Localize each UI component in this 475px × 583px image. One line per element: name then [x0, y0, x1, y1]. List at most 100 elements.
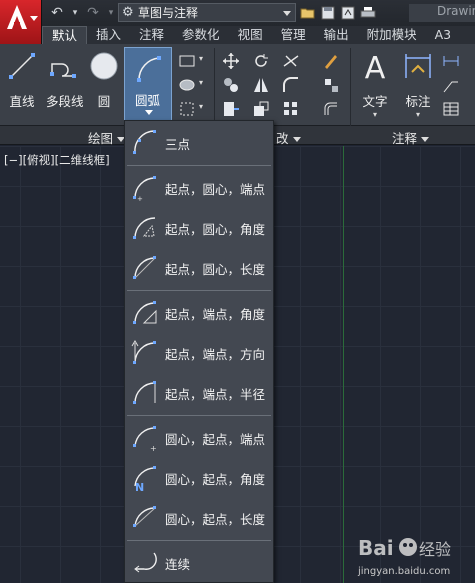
menu-item-label: 三点 [165, 137, 191, 152]
erase-icon[interactable] [322, 52, 340, 70]
line-tool-button[interactable]: 直线 [4, 50, 40, 110]
save-icon[interactable] [318, 3, 337, 22]
trim-icon[interactable] [282, 52, 300, 70]
svg-text:Bai: Bai [358, 536, 394, 560]
arc-start-center-angle-icon [133, 217, 156, 239]
undo-icon[interactable]: ↶ [46, 3, 68, 23]
arc-continue-icon [134, 552, 157, 573]
tab-insert[interactable]: 插入 [87, 26, 130, 44]
file-buttons [298, 3, 377, 22]
linear-dimension-icon[interactable] [442, 52, 460, 70]
tab-output[interactable]: 输出 [315, 26, 358, 44]
draw-panel-title[interactable]: 绘图 [88, 128, 126, 147]
chevron-down-icon [30, 16, 38, 21]
tab-manage[interactable]: 管理 [272, 26, 315, 44]
tab-view[interactable]: 视图 [229, 26, 272, 44]
circle-tool-button[interactable]: 圆 [86, 50, 122, 110]
polyline-icon [50, 63, 76, 78]
tab-parametric[interactable]: 参数化 [173, 26, 229, 44]
menu-item-arc-start-center-angle[interactable]: 起点，圆心，角度 [125, 208, 273, 246]
region-icon[interactable] [178, 100, 196, 118]
fillet-icon[interactable] [282, 76, 300, 94]
menu-divider [127, 540, 271, 541]
menu-item-label: 起点，端点，半径 [165, 387, 266, 402]
hatch-icon[interactable] [178, 76, 196, 94]
menu-item-label: 圆心，起点，长度 [165, 512, 266, 527]
arc-start-end-radius-icon [133, 381, 156, 404]
modify-panel-title[interactable]: 改 [276, 128, 301, 147]
y-axis-line [343, 146, 344, 583]
menu-item-label: 圆心，起点，角度 [165, 472, 266, 487]
circle-tool-label: 圆 [97, 94, 111, 109]
mirror-icon[interactable] [252, 76, 270, 94]
explode-icon[interactable] [322, 76, 340, 94]
move-icon[interactable] [222, 52, 240, 70]
save-as-icon[interactable] [338, 3, 357, 22]
arc-tool-button[interactable]: 圆弧 [124, 47, 172, 125]
menu-item-arc-start-end-angle[interactable]: 起点，端点，角度 [125, 293, 273, 331]
menu-item-label: 圆心，起点，端点 [165, 432, 266, 447]
text-icon: A [365, 51, 386, 86]
arc-start-center-end-icon: + [133, 176, 156, 202]
svg-text:+: + [137, 195, 143, 202]
menu-item-arc-center-start-length[interactable]: 圆心，起点，长度 [125, 498, 273, 536]
menu-divider [127, 415, 271, 416]
application-menu-button[interactable] [0, 0, 42, 44]
arc-3point-icon [133, 130, 156, 154]
menu-divider [127, 290, 271, 291]
dimension-tool-button[interactable]: 标注 ▾ [400, 50, 436, 119]
menu-item-arc-start-end-radius[interactable]: 起点，端点，半径 [125, 373, 273, 411]
text-tool-button[interactable]: A 文字 ▾ [358, 50, 392, 119]
polyline-tool-button[interactable]: 多段线 [46, 50, 84, 110]
scale-icon[interactable] [252, 100, 270, 118]
menu-item-arc-continue[interactable]: 连续 [125, 543, 273, 581]
tab-a360[interactable]: A3 [426, 26, 461, 44]
line-icon [9, 53, 35, 79]
menu-item-arc-center-start-end[interactable]: + 圆心，起点，端点 [125, 418, 273, 456]
arc-start-end-direction-icon [131, 340, 156, 364]
chevron-down-icon[interactable]: ▾ [199, 54, 203, 63]
document-title: Drawin [409, 4, 475, 22]
arc-center-start-length-icon [133, 506, 156, 527]
arc-dropdown-menu: 三点 + 起点，圆心，端点 起点，圆心，角度 起点，圆心，长度 起点，端点，角度… [124, 120, 274, 583]
rectangle-icon[interactable] [178, 52, 196, 70]
tab-addins[interactable]: 附加模块 [358, 26, 426, 44]
chevron-down-icon [421, 137, 430, 142]
svg-text:经验: 经验 [419, 540, 451, 559]
chevron-down-icon[interactable]: ▾ [199, 102, 203, 111]
stretch-icon[interactable] [222, 100, 240, 118]
offset-icon[interactable] [322, 100, 340, 118]
open-folder-icon[interactable] [298, 3, 317, 22]
array-icon[interactable] [282, 100, 300, 118]
menu-divider [127, 165, 271, 166]
undo-dropdown-icon[interactable]: ▾ [70, 3, 80, 23]
svg-text:A: A [365, 51, 386, 82]
copy-icon[interactable] [222, 76, 240, 94]
leader-icon[interactable] [442, 76, 460, 94]
menu-item-arc-start-center-end[interactable]: + 起点，圆心，端点 [125, 168, 273, 206]
quick-access-toolbar: ↶ ▾ ↷ ▾ [46, 2, 116, 24]
arc-icon [137, 56, 161, 82]
annotation-panel-title[interactable]: 注释 [392, 128, 430, 147]
chevron-down-icon[interactable]: ▾ [199, 78, 203, 87]
menu-item-label: 起点，端点，方向 [165, 347, 266, 362]
rotate-icon[interactable] [252, 52, 270, 70]
redo-dropdown-icon[interactable]: ▾ [106, 3, 116, 23]
workspace-select[interactable]: ⚙ 草图与注释 [118, 3, 296, 22]
arc-start-end-angle-icon [133, 301, 157, 324]
menu-item-label: 起点，圆心，角度 [165, 222, 266, 237]
viewport-controls-label[interactable]: [−][俯视][二维线框] [4, 152, 110, 168]
menu-item-arc-start-end-direction[interactable]: 起点，端点，方向 [125, 333, 273, 371]
menu-item-arc-center-start-angle[interactable]: N 圆心，起点，角度 [125, 458, 273, 496]
tab-annotate[interactable]: 注释 [130, 26, 173, 44]
circle-icon [90, 52, 118, 80]
menu-item-label: 起点，圆心，端点 [165, 182, 266, 197]
tab-default[interactable]: 默认 [42, 26, 88, 44]
print-icon[interactable] [358, 3, 377, 22]
table-icon[interactable] [442, 100, 460, 118]
menu-item-arc-start-center-length[interactable]: 起点，圆心，长度 [125, 248, 273, 286]
menu-item-arc-3point[interactable]: 三点 [125, 123, 273, 161]
redo-icon[interactable]: ↷ [82, 3, 104, 23]
text-tool-label: 文字 [362, 94, 388, 109]
arc-tool-label: 圆弧 [135, 93, 161, 108]
